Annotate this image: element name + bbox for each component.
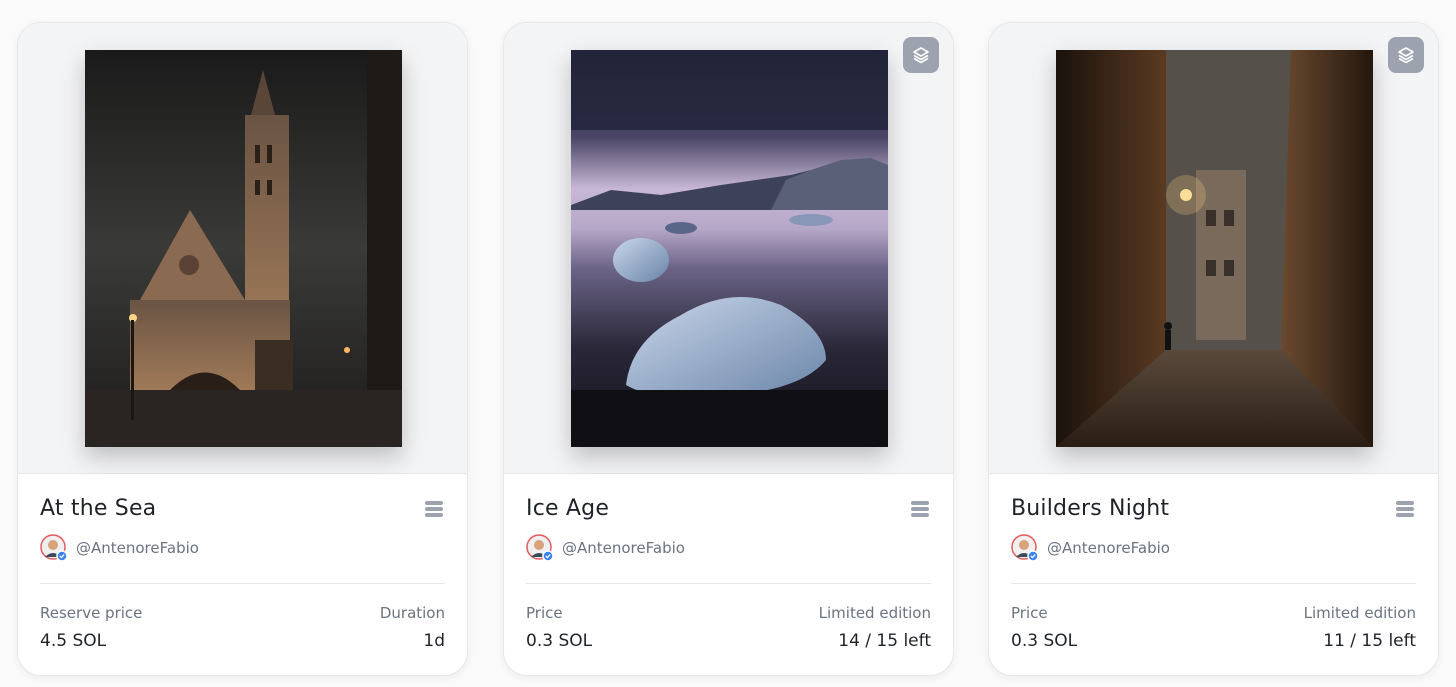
card-body: Builders Night @AntenoreFabio Price 0.3 … <box>1011 474 1416 675</box>
edition-value: 11 / 15 left <box>1323 631 1416 651</box>
card-media[interactable] <box>504 23 953 474</box>
edition-value: 14 / 15 left <box>838 631 931 651</box>
edition-label: Limited edition <box>818 604 931 622</box>
card-media[interactable] <box>989 23 1438 474</box>
card-body: At the Sea @AntenoreFabio Reserve price … <box>40 474 445 675</box>
price-value: 4.5 SOL <box>40 631 107 651</box>
price-label: Price <box>1011 604 1048 622</box>
nft-card[interactable]: At the Sea @AntenoreFabio Reserve price … <box>17 22 468 676</box>
nft-card-grid: At the Sea @AntenoreFabio Reserve price … <box>0 0 1456 687</box>
price-value: 0.3 SOL <box>1011 631 1078 651</box>
layers-icon <box>903 37 939 73</box>
avatar <box>1011 534 1039 562</box>
creator-name[interactable]: @AntenoreFabio <box>562 539 685 557</box>
nft-card[interactable]: Builders Night @AntenoreFabio Price 0.3 … <box>988 22 1439 676</box>
creator-link[interactable]: @AntenoreFabio <box>526 534 685 562</box>
card-body: Ice Age @AntenoreFabio Price 0.3 SOL Lim… <box>526 474 931 675</box>
artwork-title[interactable]: Ice Age <box>526 496 609 521</box>
avatar <box>40 534 68 562</box>
edition-label: Limited edition <box>1303 604 1416 622</box>
duration-value: 1d <box>423 631 445 651</box>
price-label: Price <box>526 604 563 622</box>
duration-label: Duration <box>379 604 445 622</box>
creator-name[interactable]: @AntenoreFabio <box>76 539 199 557</box>
price-label: Reserve price <box>40 604 143 622</box>
artwork-image[interactable] <box>85 50 402 447</box>
menu-icon[interactable] <box>909 498 931 520</box>
artwork-title[interactable]: At the Sea <box>40 496 156 521</box>
avatar <box>526 534 554 562</box>
menu-icon[interactable] <box>423 498 445 520</box>
creator-link[interactable]: @AntenoreFabio <box>1011 534 1170 562</box>
divider <box>1011 583 1416 584</box>
verified-check-icon <box>1027 550 1039 562</box>
creator-name[interactable]: @AntenoreFabio <box>1047 539 1170 557</box>
menu-icon[interactable] <box>1394 498 1416 520</box>
verified-check-icon <box>542 550 554 562</box>
artwork-title[interactable]: Builders Night <box>1011 496 1169 521</box>
verified-check-icon <box>56 550 68 562</box>
divider <box>40 583 445 584</box>
price-value: 0.3 SOL <box>526 631 593 651</box>
card-media[interactable] <box>18 23 467 474</box>
divider <box>526 583 931 584</box>
creator-link[interactable]: @AntenoreFabio <box>40 534 199 562</box>
artwork-image[interactable] <box>571 50 888 447</box>
artwork-image[interactable] <box>1056 50 1373 447</box>
nft-card[interactable]: Ice Age @AntenoreFabio Price 0.3 SOL Lim… <box>503 22 954 676</box>
layers-icon <box>1388 37 1424 73</box>
